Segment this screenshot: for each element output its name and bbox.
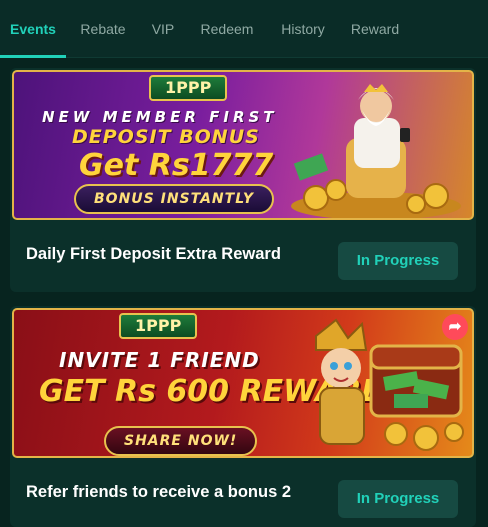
event-banner-refer-friend[interactable]: 1PPP INVITE 1 FRIEND GET Rs 600 REWARD S…: [12, 308, 474, 458]
event-card-footer: Daily First Deposit Extra Reward In Prog…: [10, 220, 476, 292]
brand-logo: 1PPP: [149, 75, 228, 101]
zeus-illustration: [291, 84, 461, 218]
tab-history[interactable]: History: [272, 0, 334, 58]
event-card-footer: Refer friends to receive a bonus 2 In Pr…: [10, 458, 476, 527]
tab-redeem[interactable]: Redeem: [194, 0, 260, 58]
brand-logo: 1PPP: [119, 313, 198, 339]
banner-headline: NEW MEMBER FIRST: [42, 108, 278, 126]
share-arrow-icon[interactable]: ➦: [442, 314, 468, 340]
event-title: Daily First Deposit Extra Reward: [26, 245, 281, 263]
event-title: Refer friends to receive a bonus 2: [26, 483, 292, 501]
event-card[interactable]: 1PPP INVITE 1 FRIEND GET Rs 600 REWARD S…: [10, 306, 476, 527]
banner-amount: Get Rs1777: [79, 148, 274, 183]
tab-bar: Events Rebate VIP Redeem History Reward: [0, 0, 488, 58]
event-card[interactable]: 1PPP NEW MEMBER FIRST DEPOSIT BONUS Get …: [10, 68, 476, 292]
banner-headline: INVITE 1 FRIEND: [59, 348, 260, 372]
banner-subheadline: DEPOSIT BONUS: [72, 126, 260, 148]
tab-events[interactable]: Events: [0, 0, 66, 58]
tab-vip[interactable]: VIP: [142, 0, 184, 58]
share-now-badge: SHARE NOW!: [104, 426, 258, 456]
active-tab-indicator: [0, 55, 66, 58]
status-button[interactable]: In Progress: [338, 480, 458, 518]
tab-reward[interactable]: Reward: [344, 0, 406, 58]
event-banner-first-deposit[interactable]: 1PPP NEW MEMBER FIRST DEPOSIT BONUS Get …: [12, 70, 474, 220]
tab-rebate[interactable]: Rebate: [72, 0, 134, 58]
bonus-instantly-badge: BONUS INSTANTLY: [74, 184, 275, 214]
status-button[interactable]: In Progress: [338, 242, 458, 280]
jester-treasure-illustration: [315, 318, 464, 451]
